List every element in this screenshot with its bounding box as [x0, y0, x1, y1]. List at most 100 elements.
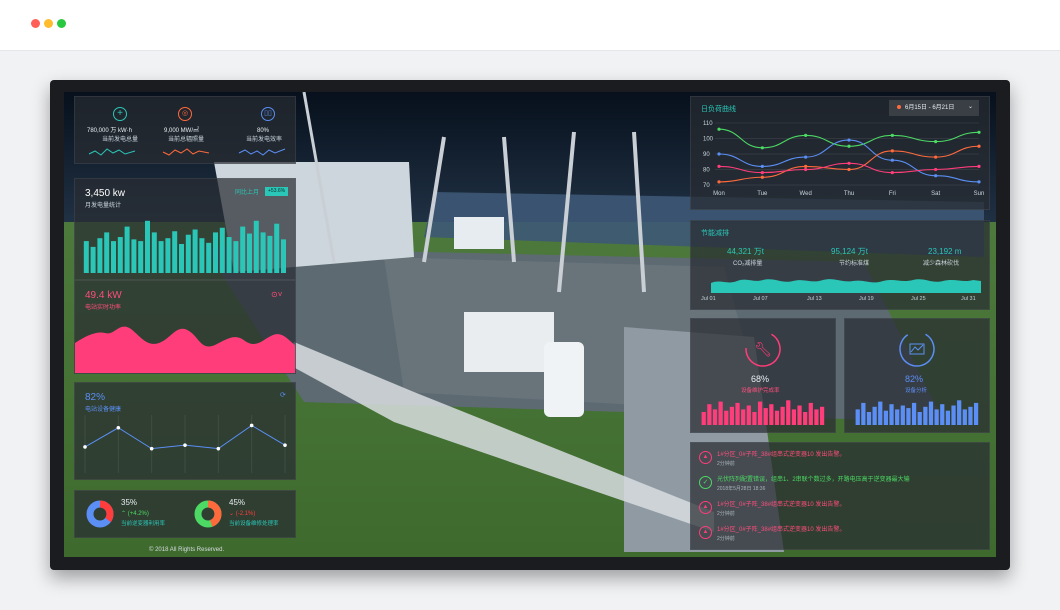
gauge-bar — [774, 410, 780, 425]
monthly-bar — [185, 234, 191, 273]
repair-donut — [194, 500, 222, 528]
kpi-efficiency-value: 80% — [257, 128, 270, 134]
gauge-bar — [968, 406, 973, 425]
equipment-health-panel: 82% 电站设备健康 ⟳ — [74, 382, 296, 480]
gauge-bar — [712, 409, 718, 425]
monthly-bar — [213, 232, 218, 273]
chevron-down-icon: ⌄ — [968, 104, 974, 110]
load-series-point — [977, 180, 981, 184]
refresh-icon[interactable]: ⟳ — [280, 392, 286, 399]
load-series-point — [847, 161, 851, 165]
gauge-bar — [923, 406, 928, 425]
load-xtick: Thu — [844, 191, 854, 197]
monthly-bar — [104, 232, 110, 273]
monthly-bar — [151, 232, 157, 273]
alert-item[interactable]: ▲ 1#分区_0#子阵_38#组串式逆变器10 发出告警。 2分钟前 — [691, 499, 989, 521]
sun-circle-icon: ◎ — [178, 107, 192, 121]
gauge-bar — [878, 401, 883, 425]
coal-value: 95,124 万t — [831, 247, 868, 256]
maximize-window-button[interactable] — [57, 19, 66, 28]
load-xtick: Sat — [931, 191, 940, 197]
load-ytick: 110 — [703, 121, 713, 127]
maintenance-value: 68% — [751, 374, 770, 384]
monthly-bar — [165, 238, 171, 273]
monthly-bar — [199, 238, 205, 273]
load-curve-title: 日负荷曲线 — [701, 106, 736, 113]
equipment-line-chart — [83, 415, 287, 473]
alert-meta: 2分钟前 — [717, 536, 735, 542]
gauge-bar — [763, 408, 768, 425]
battery-circle-icon: ▯▯ — [261, 107, 275, 121]
gauge-bar — [701, 412, 706, 425]
monthly-bar — [267, 235, 273, 273]
monthly-bar-chart — [83, 220, 286, 273]
load-series-point — [804, 164, 808, 168]
energy-title: 节能减排 — [701, 230, 729, 237]
gauge-bar — [724, 410, 729, 425]
kpi-generation-sparkline — [88, 148, 136, 156]
kpi-efficiency-label: 当前发电效率 — [246, 137, 283, 143]
maintenance-ring: 🔧︎ — [745, 331, 781, 367]
gauge-bar — [951, 405, 956, 425]
gauge-bar — [718, 401, 723, 425]
gauge-bar — [962, 409, 967, 425]
gauge-bar — [741, 409, 746, 425]
gauge-bar — [934, 409, 939, 425]
monthly-bar — [131, 239, 137, 273]
monthly-bar — [90, 246, 96, 273]
gauge-bar — [707, 404, 712, 425]
inverter-rate-delta-text: (+4.2%) — [127, 511, 149, 517]
gauge-bar — [786, 400, 791, 425]
close-window-button[interactable] — [31, 19, 40, 28]
alert-item[interactable]: ✓ 光伏阵列配置错误，组串1、2串联个数过多，开路电压高于逆变器最大输 2018… — [691, 474, 989, 496]
equipment-point — [183, 443, 187, 447]
maintenance-bars — [701, 400, 825, 425]
gauge-bar — [757, 401, 763, 425]
monthly-bar — [260, 232, 266, 273]
load-series-point — [890, 171, 894, 175]
monthly-bar — [240, 226, 246, 273]
load-line-chart: 110 100 90 80 70Mon Tue Wed Thu Fri Sat Sun — [703, 121, 984, 197]
kpi-radiation-sparkline — [162, 148, 210, 156]
load-series-point — [804, 133, 808, 137]
gauge-bar — [928, 401, 934, 425]
monthly-bar — [253, 220, 259, 273]
load-series-point — [934, 174, 938, 178]
load-series-point — [717, 127, 721, 131]
equipment-point — [149, 446, 154, 451]
co2-value: 44,321 万t — [727, 247, 764, 256]
alert-meta: 2分钟前 — [717, 461, 735, 467]
date-range-picker[interactable]: 6月15日 - 6月21日 ⌄ — [889, 100, 979, 116]
analysis-gauge-panel: 82% 设备分析 — [844, 318, 990, 433]
load-xtick: Wed — [800, 191, 812, 197]
gauge-bar — [752, 412, 757, 425]
gauge-bar — [917, 412, 922, 425]
monthly-bar — [145, 220, 150, 273]
alert-title: 1#分区_0#子阵_38#组串式逆变器10 发出告警。 — [717, 527, 846, 533]
alert-list-panel: ▲ 1#分区_0#子阵_38#组串式逆变器10 发出告警。 2分钟前 ✓ 光伏阵… — [690, 442, 990, 550]
load-series-point — [847, 167, 851, 172]
inverter-rate-delta: ⌃ (+4.2%) — [121, 511, 149, 517]
warning-icon: ▲ — [699, 501, 712, 514]
inverter-rate-label: 当前逆变器利用率 — [121, 521, 166, 527]
equipment-point — [249, 423, 254, 428]
alert-item[interactable]: ▲ 1#分区_0#子阵_38#组串式逆变器10 发出告警。 2分钟前 — [691, 524, 989, 546]
load-series-point — [977, 164, 981, 168]
inverter-rate-value: 35% — [121, 498, 138, 507]
gauge-bar — [814, 409, 819, 425]
equipment-point — [216, 446, 221, 451]
analysis-ring — [899, 331, 935, 367]
minimize-window-button[interactable] — [44, 19, 53, 28]
settings-gear-icon[interactable]: ⊙˅ — [271, 291, 282, 299]
load-series-point — [760, 175, 764, 179]
repair-rate-delta: ⌄ (-2.1%) — [229, 511, 256, 517]
dashboard-screen: + ◎ ▯▯ 780,000 万 kW·h 当前发电总量 9,000 MW/㎡ … — [64, 92, 996, 557]
alert-item[interactable]: ▲ 1#分区_0#子阵_38#组串式逆变器10 发出告警。 2分钟前 — [691, 449, 989, 471]
gauge-bar — [957, 400, 962, 425]
gauge-bar — [791, 409, 797, 425]
load-xtick: Tue — [757, 191, 768, 197]
monthly-bar — [192, 229, 198, 273]
monthly-bar — [219, 227, 225, 273]
load-series-point — [760, 164, 764, 168]
monthly-bar — [97, 238, 103, 273]
